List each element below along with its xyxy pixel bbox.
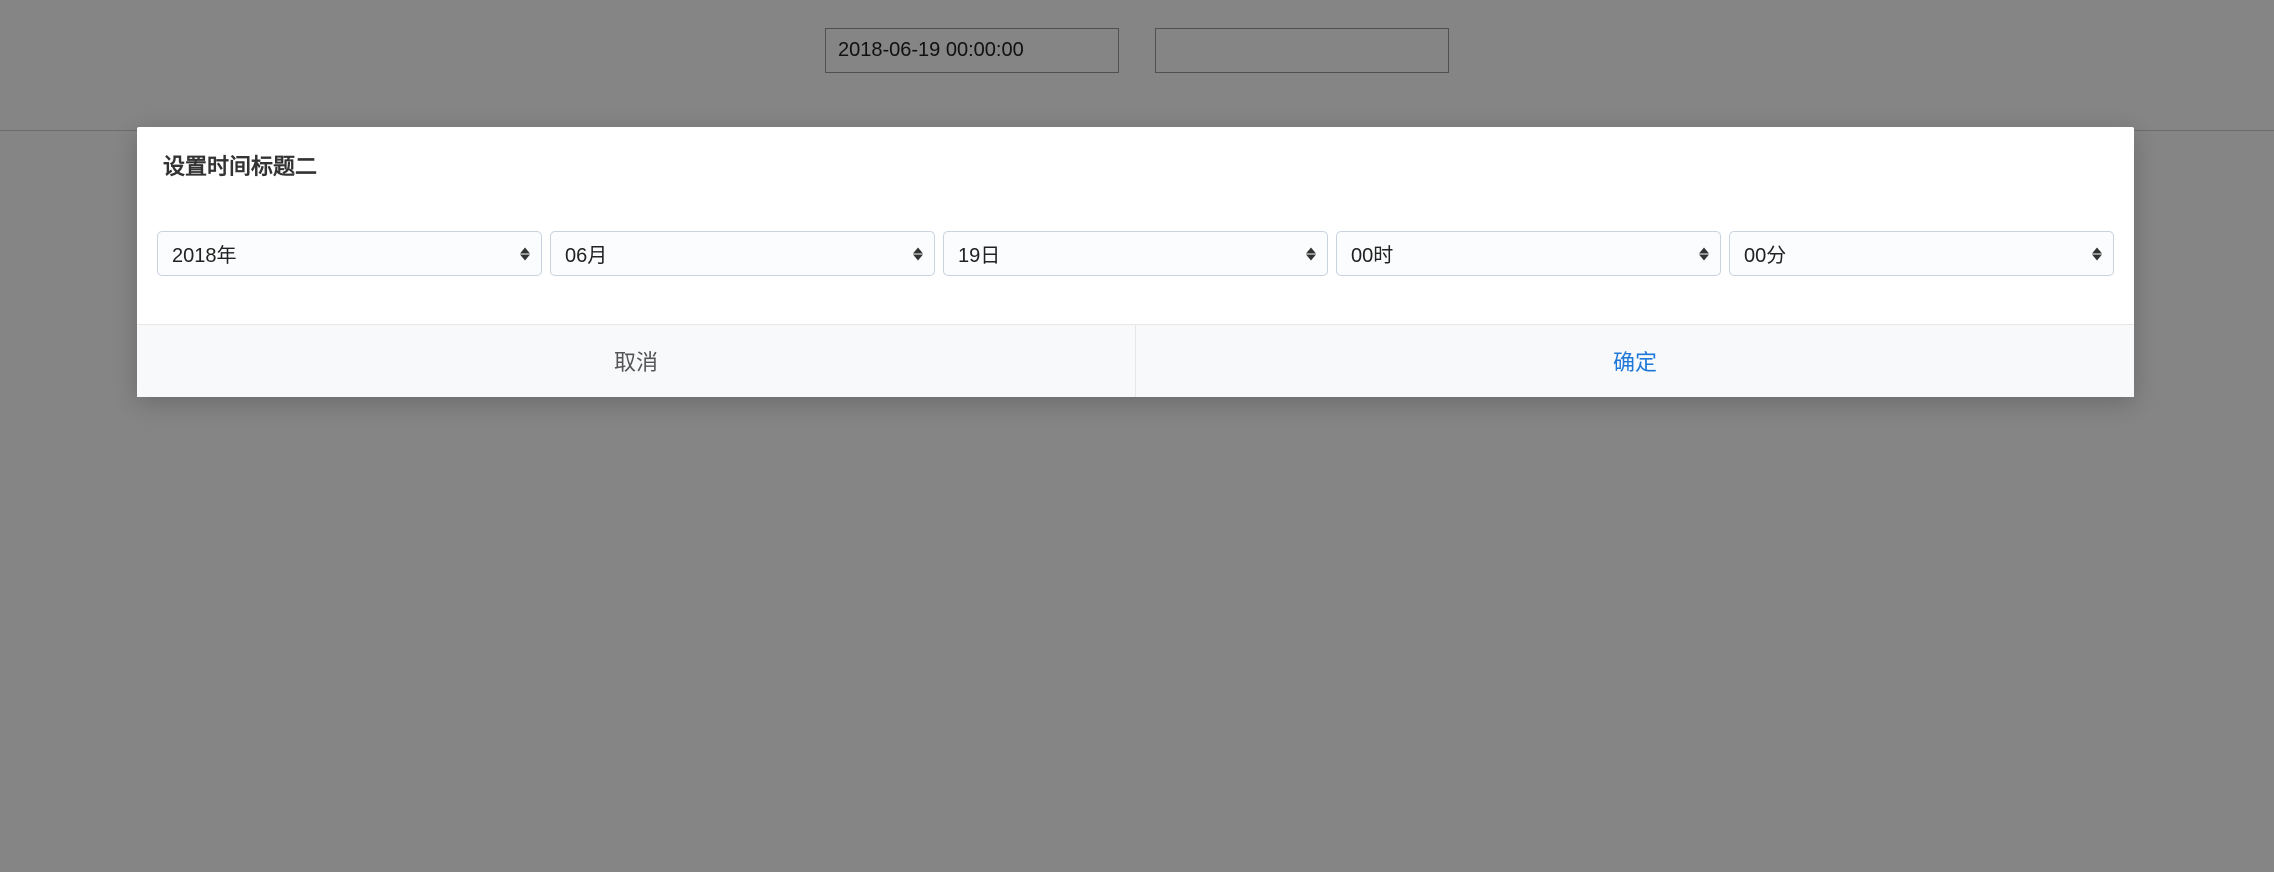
day-select[interactable]: 19日 bbox=[943, 231, 1328, 276]
year-select[interactable]: 2018年 bbox=[157, 231, 542, 276]
hour-select[interactable]: 00时 bbox=[1336, 231, 1721, 276]
minute-select[interactable]: 00分 bbox=[1729, 231, 2114, 276]
confirm-button[interactable]: 确定 bbox=[1136, 325, 2134, 397]
dialog-title: 设置时间标题二 bbox=[163, 149, 2108, 181]
year-select-wrap: 2018年 bbox=[157, 231, 542, 276]
dialog-footer: 取消 确定 bbox=[137, 324, 2134, 397]
minute-select-wrap: 00分 bbox=[1729, 231, 2114, 276]
month-select-wrap: 06月 bbox=[550, 231, 935, 276]
day-select-wrap: 19日 bbox=[943, 231, 1328, 276]
cancel-button[interactable]: 取消 bbox=[137, 325, 1136, 397]
dialog-body: 2018年 06月 19日 00时 bbox=[137, 191, 2134, 324]
dialog-header: 设置时间标题二 bbox=[137, 127, 2134, 191]
datetime-dialog: 设置时间标题二 2018年 06月 19日 00时 bbox=[137, 127, 2134, 397]
hour-select-wrap: 00时 bbox=[1336, 231, 1721, 276]
month-select[interactable]: 06月 bbox=[550, 231, 935, 276]
